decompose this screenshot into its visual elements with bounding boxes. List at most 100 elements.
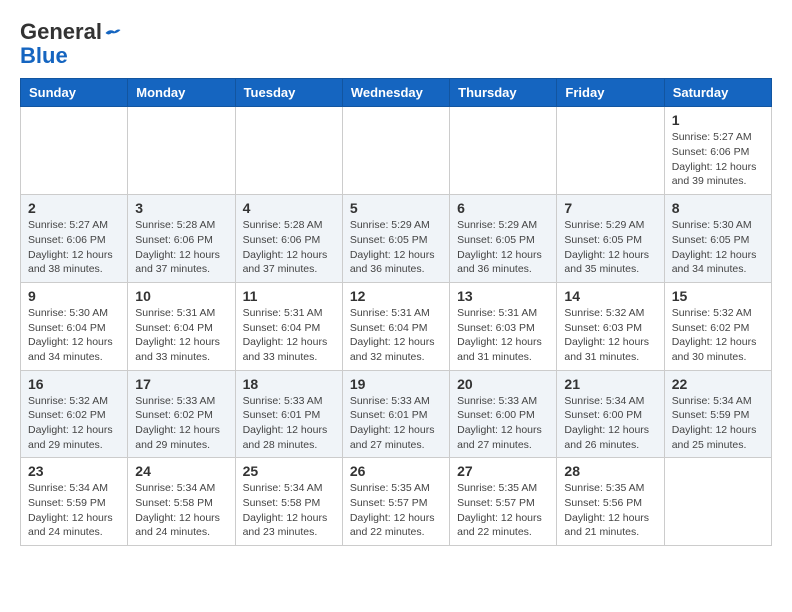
- calendar-cell: [128, 107, 235, 195]
- day-info: Sunrise: 5:30 AM Sunset: 6:04 PM Dayligh…: [28, 306, 120, 365]
- calendar-week-row: 2 Sunrise: 5:27 AM Sunset: 6:06 PM Daylig…: [21, 195, 772, 283]
- weekday-header-cell: Wednesday: [342, 79, 449, 107]
- day-number: 19: [350, 376, 442, 392]
- day-number: 2: [28, 200, 120, 216]
- day-info: Sunrise: 5:34 AM Sunset: 5:58 PM Dayligh…: [243, 481, 335, 540]
- calendar-table: SundayMondayTuesdayWednesdayThursdayFrid…: [20, 78, 772, 546]
- calendar-cell: [342, 107, 449, 195]
- day-info: Sunrise: 5:33 AM Sunset: 6:01 PM Dayligh…: [243, 394, 335, 453]
- day-info: Sunrise: 5:33 AM Sunset: 6:00 PM Dayligh…: [457, 394, 549, 453]
- calendar-cell: 10 Sunrise: 5:31 AM Sunset: 6:04 PM Dayli…: [128, 282, 235, 370]
- day-number: 16: [28, 376, 120, 392]
- calendar-week-row: 9 Sunrise: 5:30 AM Sunset: 6:04 PM Daylig…: [21, 282, 772, 370]
- weekday-header-cell: Sunday: [21, 79, 128, 107]
- calendar-cell: 27Sunrise: 5:35 AM Sunset: 5:57 PM Dayli…: [450, 458, 557, 546]
- logo-text: GeneralBlue: [20, 20, 122, 68]
- day-info: Sunrise: 5:35 AM Sunset: 5:57 PM Dayligh…: [350, 481, 442, 540]
- calendar-cell: 23 Sunrise: 5:34 AM Sunset: 5:59 PM Dayli…: [21, 458, 128, 546]
- day-number: 3: [135, 200, 227, 216]
- calendar-cell: 8 Sunrise: 5:30 AM Sunset: 6:05 PM Daylig…: [664, 195, 771, 283]
- day-number: 24: [135, 463, 227, 479]
- day-info: Sunrise: 5:32 AM Sunset: 6:03 PM Dayligh…: [564, 306, 656, 365]
- calendar-cell: 20 Sunrise: 5:33 AM Sunset: 6:00 PM Dayli…: [450, 370, 557, 458]
- calendar-cell: 17 Sunrise: 5:33 AM Sunset: 6:02 PM Dayli…: [128, 370, 235, 458]
- calendar-cell: 16 Sunrise: 5:32 AM Sunset: 6:02 PM Dayli…: [21, 370, 128, 458]
- calendar-cell: [21, 107, 128, 195]
- day-info: Sunrise: 5:29 AM Sunset: 6:05 PM Dayligh…: [564, 218, 656, 277]
- day-info: Sunrise: 5:33 AM Sunset: 6:01 PM Dayligh…: [350, 394, 442, 453]
- day-number: 18: [243, 376, 335, 392]
- day-info: Sunrise: 5:33 AM Sunset: 6:02 PM Dayligh…: [135, 394, 227, 453]
- calendar-week-row: 16 Sunrise: 5:32 AM Sunset: 6:02 PM Dayli…: [21, 370, 772, 458]
- calendar-cell: 14 Sunrise: 5:32 AM Sunset: 6:03 PM Dayli…: [557, 282, 664, 370]
- day-info: Sunrise: 5:27 AM Sunset: 6:06 PM Dayligh…: [672, 130, 764, 189]
- day-info: Sunrise: 5:34 AM Sunset: 6:00 PM Dayligh…: [564, 394, 656, 453]
- day-number: 22: [672, 376, 764, 392]
- calendar-cell: 26 Sunrise: 5:35 AM Sunset: 5:57 PM Dayli…: [342, 458, 449, 546]
- calendar-cell: 4Sunrise: 5:28 AM Sunset: 6:06 PM Daylig…: [235, 195, 342, 283]
- calendar-cell: [235, 107, 342, 195]
- calendar-cell: 13Sunrise: 5:31 AM Sunset: 6:03 PM Dayli…: [450, 282, 557, 370]
- day-info: Sunrise: 5:32 AM Sunset: 6:02 PM Dayligh…: [28, 394, 120, 453]
- calendar-cell: 5 Sunrise: 5:29 AM Sunset: 6:05 PM Daylig…: [342, 195, 449, 283]
- day-number: 20: [457, 376, 549, 392]
- day-number: 23: [28, 463, 120, 479]
- day-number: 15: [672, 288, 764, 304]
- day-info: Sunrise: 5:34 AM Sunset: 5:59 PM Dayligh…: [672, 394, 764, 453]
- calendar-cell: 12 Sunrise: 5:31 AM Sunset: 6:04 PM Dayli…: [342, 282, 449, 370]
- day-info: Sunrise: 5:31 AM Sunset: 6:04 PM Dayligh…: [350, 306, 442, 365]
- calendar-cell: 28 Sunrise: 5:35 AM Sunset: 5:56 PM Dayli…: [557, 458, 664, 546]
- calendar-cell: [450, 107, 557, 195]
- day-info: Sunrise: 5:34 AM Sunset: 5:58 PM Dayligh…: [135, 481, 227, 540]
- calendar-cell: 24 Sunrise: 5:34 AM Sunset: 5:58 PM Dayli…: [128, 458, 235, 546]
- day-number: 9: [28, 288, 120, 304]
- logo-general: General: [20, 19, 102, 44]
- weekday-header-cell: Friday: [557, 79, 664, 107]
- day-number: 28: [564, 463, 656, 479]
- calendar-cell: 22 Sunrise: 5:34 AM Sunset: 5:59 PM Dayli…: [664, 370, 771, 458]
- day-number: 13: [457, 288, 549, 304]
- day-number: 6: [457, 200, 549, 216]
- calendar-week-row: 23 Sunrise: 5:34 AM Sunset: 5:59 PM Dayli…: [21, 458, 772, 546]
- page-header: GeneralBlue: [20, 20, 772, 68]
- logo: GeneralBlue: [20, 20, 122, 68]
- day-info: Sunrise: 5:34 AM Sunset: 5:59 PM Dayligh…: [28, 481, 120, 540]
- day-info: Sunrise: 5:29 AM Sunset: 6:05 PM Dayligh…: [350, 218, 442, 277]
- day-number: 21: [564, 376, 656, 392]
- day-info: Sunrise: 5:28 AM Sunset: 6:06 PM Dayligh…: [135, 218, 227, 277]
- calendar-body: 1Sunrise: 5:27 AM Sunset: 6:06 PM Daylig…: [21, 107, 772, 546]
- calendar-cell: 2 Sunrise: 5:27 AM Sunset: 6:06 PM Daylig…: [21, 195, 128, 283]
- logo-blue: Blue: [20, 43, 68, 68]
- weekday-header-cell: Thursday: [450, 79, 557, 107]
- day-number: 17: [135, 376, 227, 392]
- day-number: 10: [135, 288, 227, 304]
- weekday-header-cell: Saturday: [664, 79, 771, 107]
- day-number: 11: [243, 288, 335, 304]
- day-info: Sunrise: 5:32 AM Sunset: 6:02 PM Dayligh…: [672, 306, 764, 365]
- day-info: Sunrise: 5:31 AM Sunset: 6:04 PM Dayligh…: [243, 306, 335, 365]
- calendar-cell: 7 Sunrise: 5:29 AM Sunset: 6:05 PM Daylig…: [557, 195, 664, 283]
- day-number: 26: [350, 463, 442, 479]
- calendar-cell: [664, 458, 771, 546]
- logo-bird-icon: [104, 24, 122, 42]
- day-number: 7: [564, 200, 656, 216]
- calendar-week-row: 1Sunrise: 5:27 AM Sunset: 6:06 PM Daylig…: [21, 107, 772, 195]
- calendar-cell: 3 Sunrise: 5:28 AM Sunset: 6:06 PM Daylig…: [128, 195, 235, 283]
- day-number: 5: [350, 200, 442, 216]
- day-number: 8: [672, 200, 764, 216]
- calendar-cell: 15 Sunrise: 5:32 AM Sunset: 6:02 PM Dayli…: [664, 282, 771, 370]
- day-number: 14: [564, 288, 656, 304]
- day-info: Sunrise: 5:35 AM Sunset: 5:57 PM Dayligh…: [457, 481, 549, 540]
- calendar-cell: 1Sunrise: 5:27 AM Sunset: 6:06 PM Daylig…: [664, 107, 771, 195]
- day-info: Sunrise: 5:35 AM Sunset: 5:56 PM Dayligh…: [564, 481, 656, 540]
- day-info: Sunrise: 5:31 AM Sunset: 6:04 PM Dayligh…: [135, 306, 227, 365]
- day-info: Sunrise: 5:30 AM Sunset: 6:05 PM Dayligh…: [672, 218, 764, 277]
- day-number: 12: [350, 288, 442, 304]
- calendar-cell: [557, 107, 664, 195]
- calendar-cell: 18 Sunrise: 5:33 AM Sunset: 6:01 PM Dayli…: [235, 370, 342, 458]
- day-info: Sunrise: 5:29 AM Sunset: 6:05 PM Dayligh…: [457, 218, 549, 277]
- calendar-cell: 11 Sunrise: 5:31 AM Sunset: 6:04 PM Dayli…: [235, 282, 342, 370]
- calendar-cell: 9 Sunrise: 5:30 AM Sunset: 6:04 PM Daylig…: [21, 282, 128, 370]
- calendar-cell: 6 Sunrise: 5:29 AM Sunset: 6:05 PM Daylig…: [450, 195, 557, 283]
- day-info: Sunrise: 5:27 AM Sunset: 6:06 PM Dayligh…: [28, 218, 120, 277]
